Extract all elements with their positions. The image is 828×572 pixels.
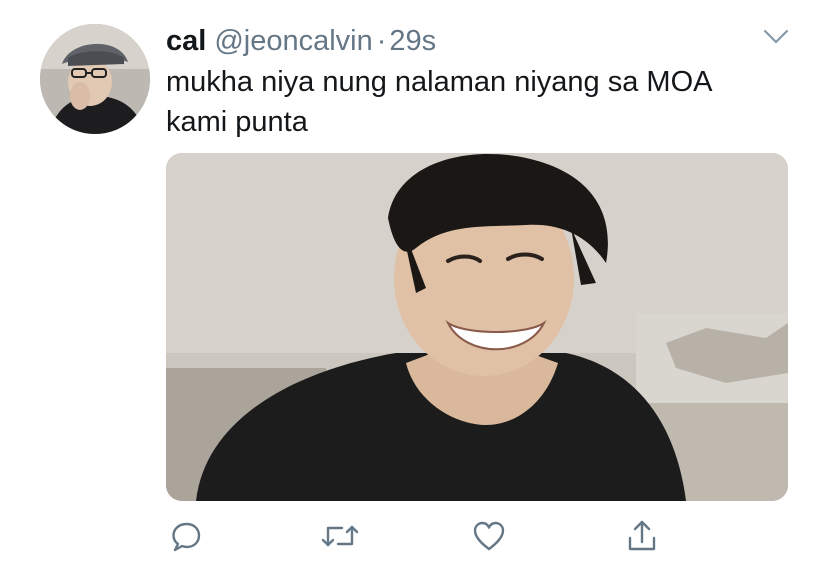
tweet-text-line: kami punta <box>166 106 308 138</box>
chevron-down-icon[interactable] <box>763 28 789 46</box>
author-handle[interactable]: @jeoncalvin <box>214 21 372 61</box>
heart-icon[interactable] <box>469 516 509 556</box>
avatar[interactable] <box>40 24 150 134</box>
tweet-actions <box>0 516 828 556</box>
avatar-photo <box>40 24 150 134</box>
tweet[interactable]: cal @jeoncalvin · 29s mukha niya nung na… <box>0 0 828 572</box>
tweet-text: mukha niya nung nalaman niyang sa MOA ka… <box>166 62 796 142</box>
reply-icon[interactable] <box>166 516 206 556</box>
media-photo <box>166 153 788 501</box>
share-icon[interactable] <box>622 516 662 556</box>
separator-dot: · <box>376 25 387 57</box>
retweet-icon[interactable] <box>320 516 360 556</box>
tweet-media-image[interactable] <box>166 153 788 501</box>
author-name[interactable]: cal <box>166 21 206 61</box>
timestamp[interactable]: 29s <box>389 21 436 61</box>
tweet-text-line: mukha niya nung nalaman niyang sa MOA <box>166 66 713 98</box>
tweet-header: cal @jeoncalvin · 29s <box>166 21 436 61</box>
